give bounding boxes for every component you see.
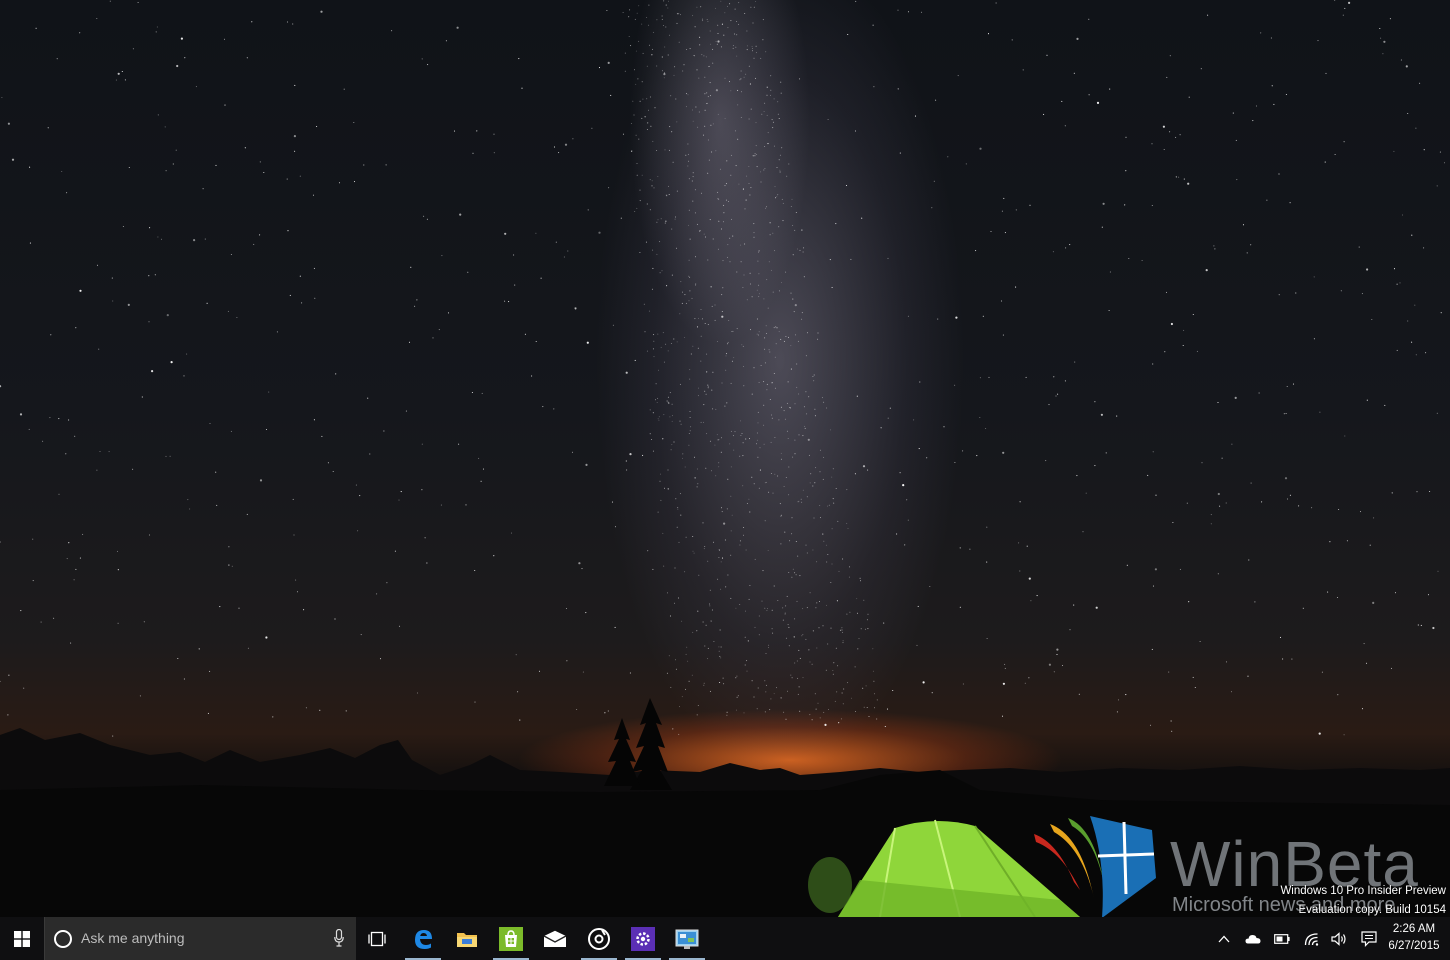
evaluation-notice: Windows 10 Pro Insider Preview Evaluatio… bbox=[1280, 882, 1446, 917]
winbeta-logo bbox=[1032, 812, 1162, 917]
music-disc-icon bbox=[588, 927, 610, 950]
system-clock[interactable]: 2:26 AM 6/27/2015 bbox=[1384, 921, 1444, 955]
microphone-icon[interactable] bbox=[334, 929, 344, 947]
evaluation-edition: Windows 10 Pro Insider Preview bbox=[1280, 885, 1446, 897]
control-panel-button[interactable] bbox=[665, 917, 709, 960]
action-center-button[interactable] bbox=[1356, 917, 1382, 960]
onedrive-tray-button[interactable] bbox=[1240, 917, 1266, 960]
volume-tray-button[interactable] bbox=[1326, 917, 1352, 960]
task-view-button[interactable] bbox=[355, 917, 399, 960]
mail-button[interactable] bbox=[533, 917, 577, 960]
clock-time: 2:26 AM bbox=[1392, 923, 1436, 935]
notification-icon bbox=[1361, 930, 1377, 947]
desktop-wallpaper: WinBeta Microsoft news and more Windows … bbox=[0, 0, 1450, 917]
evaluation-build: Evaluation copy. Build 10154 bbox=[1298, 904, 1446, 916]
task-view-icon bbox=[368, 931, 386, 946]
groove-music-button[interactable] bbox=[577, 917, 621, 960]
speaker-icon bbox=[1331, 931, 1346, 946]
taskbar: Ask me anything 2:26 AM 6/27/2015 bbox=[0, 917, 1450, 960]
night-sky-scene bbox=[0, 0, 1450, 917]
settings-button[interactable] bbox=[621, 917, 665, 960]
control-panel-icon bbox=[675, 929, 699, 949]
start-button[interactable] bbox=[0, 917, 44, 960]
battery-icon bbox=[1274, 933, 1290, 944]
clock-date: 6/27/2015 bbox=[1388, 940, 1440, 952]
search-placeholder: Ask me anything bbox=[81, 930, 185, 946]
cortana-icon bbox=[54, 930, 72, 948]
folder-icon bbox=[457, 932, 477, 947]
chevron-up-icon bbox=[1218, 935, 1230, 942]
gear-icon bbox=[631, 926, 655, 951]
store-button[interactable] bbox=[489, 917, 533, 960]
windows-logo-icon bbox=[14, 930, 30, 947]
stars bbox=[0, 0, 1446, 737]
battery-tray-button[interactable] bbox=[1269, 917, 1295, 960]
show-hidden-icons-button[interactable] bbox=[1211, 917, 1237, 960]
cortana-search-box[interactable]: Ask me anything bbox=[44, 917, 356, 960]
store-icon bbox=[499, 926, 523, 951]
file-explorer-button[interactable] bbox=[445, 917, 489, 960]
mail-icon bbox=[543, 930, 567, 947]
cloud-icon bbox=[1245, 934, 1261, 943]
network-tray-button[interactable] bbox=[1299, 917, 1325, 960]
edge-icon bbox=[415, 929, 432, 949]
edge-taskbar-button[interactable] bbox=[401, 917, 445, 960]
wifi-icon bbox=[1304, 932, 1319, 946]
